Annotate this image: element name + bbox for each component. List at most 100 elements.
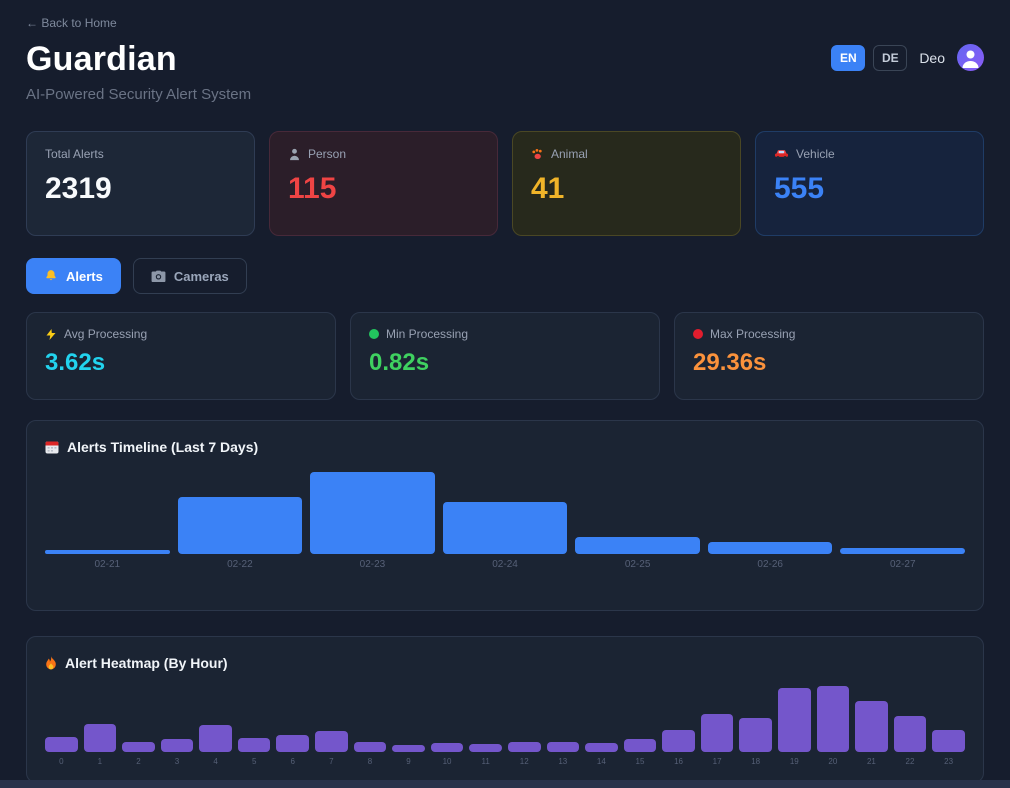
stat-card-total-alerts: Total Alerts 2319 [26, 131, 255, 236]
bar [276, 735, 309, 752]
bar [662, 730, 695, 752]
bar [585, 743, 618, 752]
bar-column: 7 [315, 731, 348, 767]
stat-value-vehicle: 555 [774, 174, 965, 204]
stat-label: Animal [551, 147, 588, 161]
x-tick-label: 8 [354, 757, 387, 767]
bar-column: 10 [431, 743, 464, 767]
bar [431, 743, 464, 752]
metric-card-avg-processing: Avg Processing 3.62s [26, 312, 336, 400]
metric-card-min-processing: Min Processing 0.82s [350, 312, 660, 400]
metric-value-avg: 3.62s [45, 351, 317, 375]
bar-column: 0 [45, 737, 78, 767]
bar [122, 742, 155, 752]
bell-icon [44, 269, 58, 283]
x-tick-label: 3 [161, 757, 194, 767]
bar-column: 17 [701, 714, 734, 767]
x-tick-label: 10 [431, 757, 464, 767]
bar [508, 742, 541, 752]
chart-title: Alert Heatmap (By Hour) [65, 655, 228, 671]
bar [178, 497, 303, 554]
bar [624, 739, 657, 752]
fire-icon [45, 656, 57, 670]
alerts-timeline-card: Alerts Timeline (Last 7 Days) 02-2102-22… [26, 420, 984, 611]
page-bottom-edge [0, 780, 1010, 788]
stat-value-total: 2319 [45, 174, 236, 204]
bar-column: 1 [84, 724, 117, 767]
processing-metrics-row: Avg Processing 3.62s Min Processing 0.82… [26, 312, 984, 400]
metric-value-max: 29.36s [693, 351, 965, 375]
x-tick-label: 11 [469, 757, 502, 767]
bar-column: 4 [199, 725, 232, 767]
language-button-de[interactable]: DE [873, 45, 907, 71]
header-actions: EN DE Deo [831, 44, 984, 71]
bar-column: 21 [855, 701, 888, 767]
stat-card-vehicle: Vehicle 555 [755, 131, 984, 236]
tab-label: Cameras [174, 269, 229, 284]
bar-column: 11 [469, 744, 502, 767]
x-tick-label: 02-24 [443, 559, 568, 571]
tab-label: Alerts [66, 269, 103, 284]
bar-column: 9 [392, 745, 425, 767]
language-button-en[interactable]: EN [831, 45, 865, 71]
x-tick-label: 22 [894, 757, 927, 767]
bar-column: 23 [932, 730, 965, 767]
bar [894, 716, 927, 752]
bar [161, 739, 194, 752]
bar-column: 02-26 [708, 542, 833, 571]
calendar-icon [45, 440, 59, 454]
x-tick-label: 02-26 [708, 559, 833, 571]
alert-heatmap-card: Alert Heatmap (By Hour) 0123456789101112… [26, 636, 984, 783]
x-tick-label: 1 [84, 757, 117, 767]
bar-column: 2 [122, 742, 155, 767]
bar [238, 738, 271, 752]
stat-label: Person [308, 147, 346, 161]
lightning-icon [45, 328, 57, 341]
user-avatar-icon [957, 44, 984, 71]
timeline-bar-chart: 02-2102-2202-2302-2402-2502-2602-27 [45, 473, 965, 571]
stat-label: Total Alerts [45, 147, 104, 161]
red-dot-icon [693, 329, 703, 339]
x-tick-label: 15 [624, 757, 657, 767]
bar-column: 02-23 [310, 472, 435, 571]
x-tick-label: 12 [508, 757, 541, 767]
bar-column: 02-21 [45, 550, 170, 571]
x-tick-label: 7 [315, 757, 348, 767]
x-tick-label: 02-23 [310, 559, 435, 571]
chart-title: Alerts Timeline (Last 7 Days) [67, 439, 258, 455]
bar [469, 744, 502, 752]
bar [45, 737, 78, 752]
bar-column: 6 [276, 735, 309, 767]
bar-column: 02-25 [575, 537, 700, 571]
x-tick-label: 19 [778, 757, 811, 767]
x-tick-label: 2 [122, 757, 155, 767]
stats-row: Total Alerts 2319 Person 115 [26, 131, 984, 236]
person-icon [288, 148, 301, 161]
x-tick-label: 13 [547, 757, 580, 767]
username-label: Deo [919, 50, 945, 66]
back-to-home-link[interactable]: ← Back to Home [26, 16, 984, 30]
avatar[interactable] [957, 44, 984, 71]
bar [315, 731, 348, 752]
x-tick-label: 18 [739, 757, 772, 767]
bar [354, 742, 387, 752]
metric-label: Max Processing [710, 327, 795, 341]
x-tick-label: 23 [932, 757, 965, 767]
metric-label: Min Processing [386, 327, 468, 341]
bar-column: 22 [894, 716, 927, 767]
heatmap-bar-chart: 01234567891011121314151617181920212223 [45, 689, 965, 767]
tab-cameras[interactable]: Cameras [133, 258, 247, 294]
bar-column: 02-27 [840, 548, 965, 571]
bar [575, 537, 700, 554]
bar [708, 542, 833, 554]
metric-label: Avg Processing [64, 327, 147, 341]
bar [547, 742, 580, 752]
bar [392, 745, 425, 752]
tab-alerts[interactable]: Alerts [26, 258, 121, 294]
dashboard-page: ← Back to Home Guardian AI-Powered Secur… [0, 0, 1010, 783]
bar-column: 16 [662, 730, 695, 767]
bar-column: 3 [161, 739, 194, 767]
bar [84, 724, 117, 752]
x-tick-label: 02-21 [45, 559, 170, 571]
metric-card-max-processing: Max Processing 29.36s [674, 312, 984, 400]
